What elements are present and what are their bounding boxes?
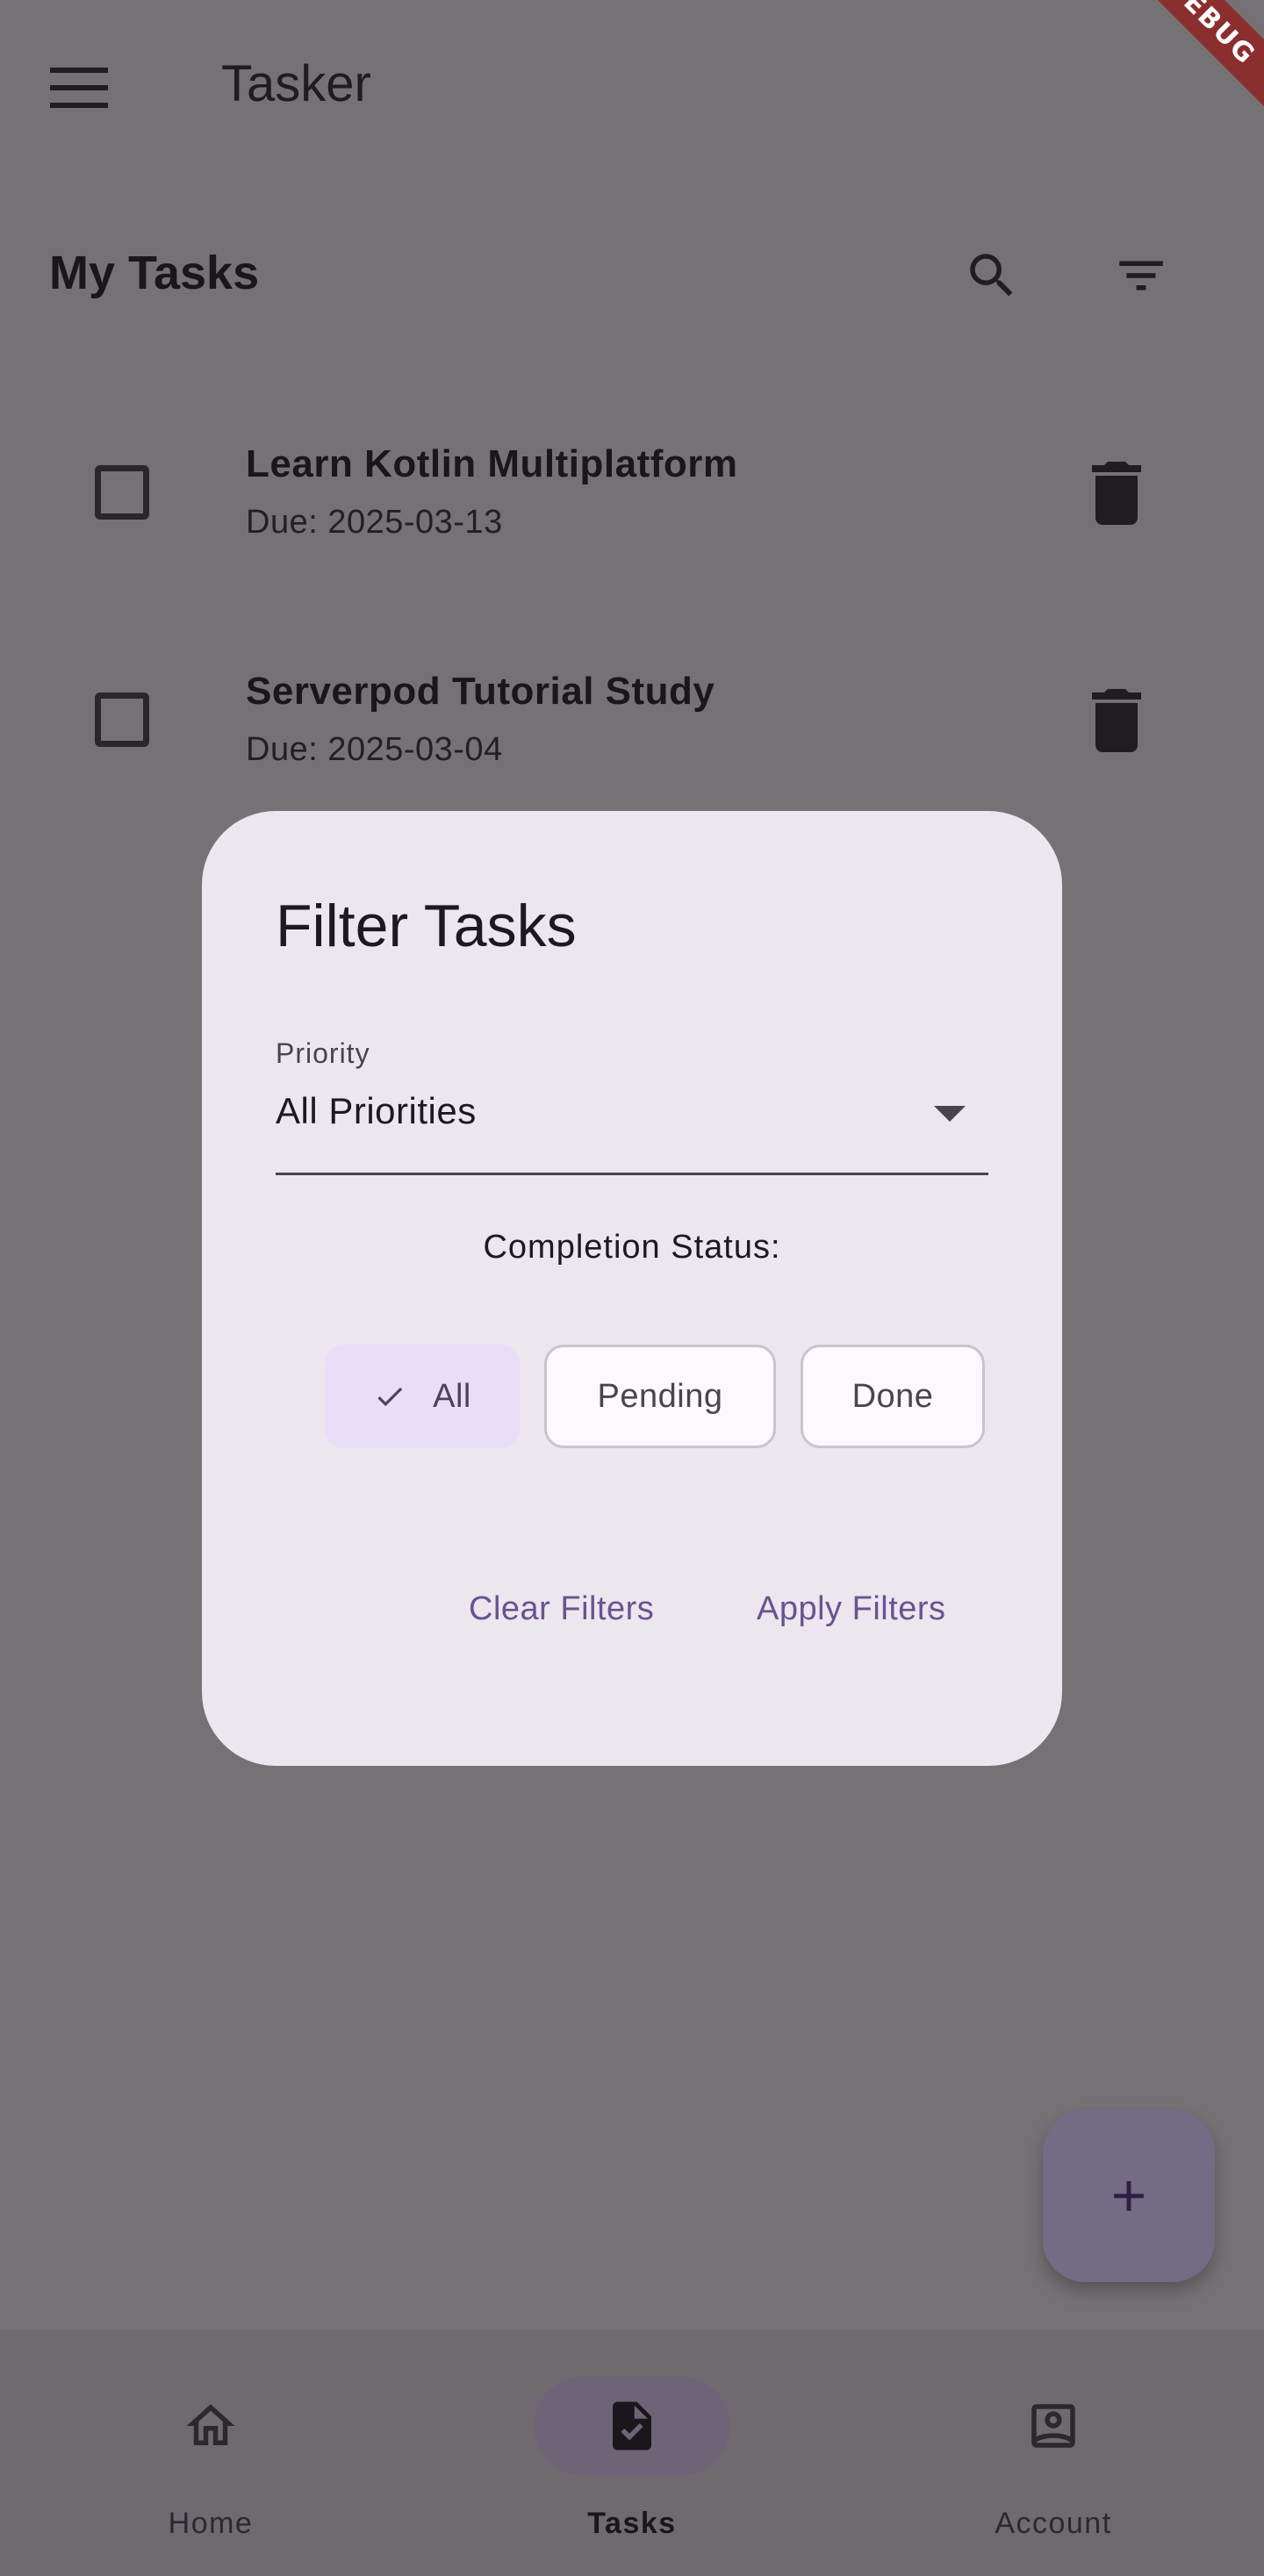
delete-button[interactable] [1085,685,1148,756]
menu-icon [50,68,108,108]
priority-value[interactable]: All Priorities [276,1090,477,1132]
dialog-title: Filter Tasks [276,893,577,959]
completion-status-label: Completion Status: [483,1229,781,1266]
field-underline [276,1173,988,1175]
task-name: Learn Kotlin Multiplatform [246,442,738,485]
chip-all[interactable]: All [325,1345,520,1448]
plus-icon [1114,2181,1144,2211]
nav-item-home[interactable]: Home [0,2329,421,2576]
task-name: Serverpod Tutorial Study [246,670,715,713]
app-title: Tasker [221,55,371,112]
app-bar: Tasker DEBUG [0,0,1264,172]
apply-filters-button[interactable]: Apply Filters [757,1590,946,1628]
add-task-button[interactable] [1043,2110,1215,2282]
chip-label: Pending [597,1377,723,1415]
task-checkbox[interactable] [95,692,149,747]
check-icon [373,1380,406,1413]
nav-item-tasks[interactable]: Tasks [421,2329,843,2576]
menu-button[interactable] [35,44,123,132]
clear-filters-button[interactable]: Clear Filters [469,1590,654,1628]
task-icon [613,2401,651,2450]
chip-label: Done [851,1377,934,1415]
nav-item-account[interactable]: Account [843,2329,1264,2576]
task-checkbox[interactable] [95,465,149,520]
chip-label: All [433,1377,471,1415]
nav-label: Home [168,2507,254,2540]
priority-label: Priority [276,1037,370,1069]
tasks-screen: Tasker DEBUG My Tasks Learn Kotlin Multi… [0,0,1264,2576]
debug-banner: DEBUG [1113,0,1264,118]
task-item[interactable]: Learn Kotlin Multiplatform Due: 2025-03-… [0,416,1264,574]
nav-label: Account [995,2507,1112,2540]
delete-button[interactable] [1085,458,1148,528]
nav-label: Tasks [587,2507,677,2540]
account-icon [1031,2404,1075,2448]
bottom-navigation: Home Tasks Account [0,2329,1264,2576]
chip-pending[interactable]: Pending [544,1345,776,1448]
page-title: My Tasks [49,247,260,299]
search-icon [970,254,1013,297]
task-item[interactable]: Serverpod Tutorial Study Due: 2025-03-04 [0,643,1264,801]
filter-dialog: Filter Tasks Priority All Priorities Com… [202,811,1062,1766]
home-icon [186,2404,235,2445]
filter-button[interactable] [1097,232,1185,319]
task-due-date: Due: 2025-03-13 [246,504,503,541]
task-due-date: Due: 2025-03-04 [246,731,503,768]
trash-icon [1092,462,1141,525]
search-button[interactable] [948,232,1036,319]
chip-done[interactable]: Done [801,1345,985,1448]
filter-list-icon [1119,261,1163,291]
dropdown-arrow-icon[interactable] [934,1106,966,1122]
trash-icon [1092,689,1141,752]
